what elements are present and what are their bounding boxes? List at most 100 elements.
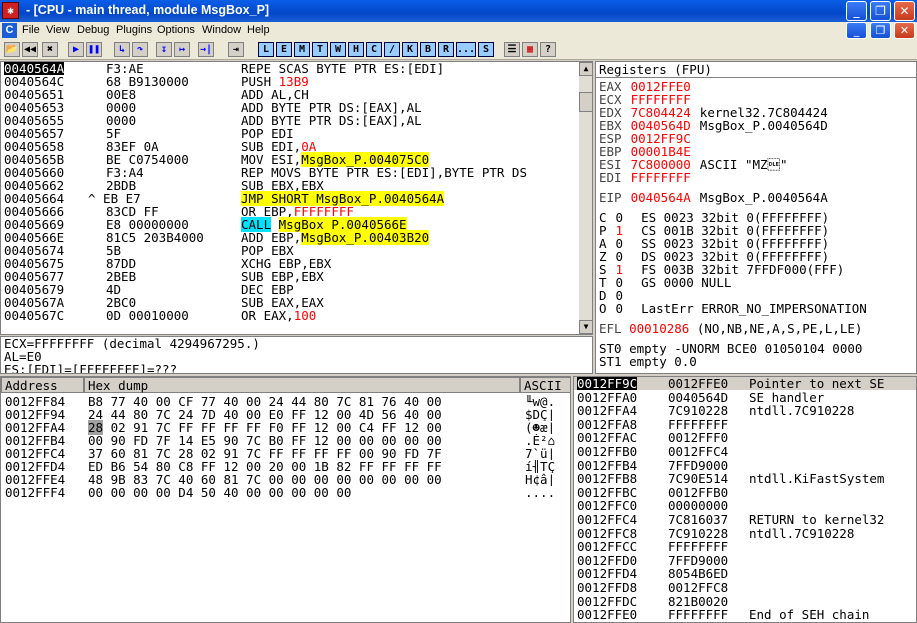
registers-header[interactable]: Registers (FPU)	[596, 62, 916, 78]
dump-header-ascii[interactable]: ASCII	[520, 377, 570, 393]
scroll-up-icon[interactable]: ▲	[579, 62, 592, 76]
stack-row[interactable]: 0012FFD8 0012FFC8	[574, 580, 916, 595]
call-stack-button[interactable]: K	[402, 42, 418, 57]
windows-button[interactable]: W	[330, 42, 346, 57]
register-note: ASCII "MZ"	[699, 157, 788, 172]
stack-comment: ntdll.KiFastSystem	[749, 471, 885, 487]
stack-row[interactable]: 0012FFB0 0012FFC4	[574, 444, 916, 459]
minimize-button[interactable]: _	[846, 1, 867, 21]
register-name: EIP	[599, 190, 622, 205]
references-button[interactable]: R	[438, 42, 454, 57]
scroll-thumb[interactable]	[579, 92, 592, 112]
child-restore-button[interactable]: ❐	[870, 22, 891, 39]
run-trace-button[interactable]: ...	[456, 42, 476, 57]
stack-row[interactable]: 0012FFA0 0040564D SE handler	[574, 391, 916, 404]
stack-value: 0012FFC4	[668, 444, 729, 459]
menu-view[interactable]: View	[46, 24, 70, 36]
dump-header-address[interactable]: Address	[1, 377, 84, 393]
stack-row[interactable]: 0012FFBC 0012FFB0	[574, 484, 916, 500]
child-close-button[interactable]: ✕	[894, 22, 915, 39]
child-minimize-button[interactable]: _	[846, 22, 867, 39]
patches-button[interactable]: /	[384, 42, 400, 57]
step-into-icon[interactable]: ↳	[114, 42, 130, 57]
dump-ascii: H¢â|	[525, 473, 556, 486]
menu-file[interactable]: File	[22, 24, 40, 36]
menu-debug[interactable]: Debug	[77, 24, 109, 36]
stack-row[interactable]: 0012FFC8 7C910228 ntdll.7C910228	[574, 525, 916, 541]
stack-row[interactable]: 0012FFA4 7C910228 ntdll.7C910228	[574, 403, 916, 419]
list-icon[interactable]: ☰	[504, 42, 520, 57]
memory-map-button[interactable]: M	[294, 42, 310, 57]
close-program-icon[interactable]: ✖	[42, 42, 58, 57]
stack-row[interactable]: 0012FFE0 FFFFFFFF End of SEH chain	[574, 608, 916, 621]
dump-address: 0012FFF4	[5, 485, 66, 500]
disasm-row[interactable]: 0040567C 0D 00010000 OR EAX,100	[1, 309, 579, 322]
trace-into-icon[interactable]: ↧	[156, 42, 172, 57]
stack-value: 0012FFC8	[668, 580, 729, 595]
handles-button[interactable]: H	[348, 42, 364, 57]
flag-name: O	[599, 301, 607, 316]
dump-pane[interactable]: Address Hex dump ASCII 0012FF84 B8 77 40 …	[0, 376, 571, 623]
log-window-button[interactable]: L	[258, 42, 274, 57]
register-row[interactable]: ESI 7C800000 ASCII "MZ"	[599, 158, 788, 171]
menu-help[interactable]: Help	[247, 24, 270, 36]
stack-row[interactable]: 0012FFD4 8054B6ED	[574, 566, 916, 582]
menu-plugins[interactable]: Plugins	[116, 24, 152, 36]
stack-pane[interactable]: 0012FF9C 0012FFE0 Pointer to next SE 0012FF…	[573, 376, 917, 623]
stack-row[interactable]: 0012FFD0 7FFD9000	[574, 552, 916, 568]
step-over-icon[interactable]: ↷	[132, 42, 148, 57]
register-row[interactable]: EDI FFFFFFFF	[599, 171, 700, 184]
stack-value: 7FFD9000	[668, 552, 729, 568]
window-title: - [CPU - main thread, module MsgBox_P]	[26, 3, 270, 17]
stack-address: 0012FFB4	[577, 457, 638, 473]
close-button[interactable]: ✕	[894, 1, 915, 21]
goto-icon[interactable]: ⇥	[228, 42, 244, 57]
disassembly-pane[interactable]: 0040564A F3:AE REPE SCAS BYTE PTR ES:[EDI]…	[0, 61, 593, 335]
register-value: 0040564A	[630, 190, 691, 205]
stack-address: 0012FFC0	[577, 498, 638, 514]
restart-icon[interactable]: ◀◀	[22, 42, 38, 57]
cpu-window-icon[interactable]: C	[2, 23, 17, 38]
scroll-down-icon[interactable]: ▼	[579, 320, 592, 334]
stack-address: 0012FFDC	[577, 593, 638, 609]
stack-row[interactable]: 0012FFB4 7FFD9000	[574, 457, 916, 473]
register-row[interactable]: EIP 0040564A MsgBox_P.0040564A	[599, 191, 828, 204]
bug-icon[interactable]: ✱	[2, 2, 19, 19]
pause-icon[interactable]: ❚❚	[86, 42, 102, 57]
run-icon[interactable]: ▶	[68, 42, 84, 57]
dump-ascii: 7`ü|	[525, 447, 556, 460]
registers-pane[interactable]: Registers (FPU) EAX 0012FFE0 ECX FFFFFFFF ED…	[595, 61, 917, 374]
source-button[interactable]: S	[478, 42, 494, 57]
dump-hex[interactable]: 00 00 00 00 D4 50 40 00 00 00 00 00	[88, 486, 351, 499]
open-icon[interactable]: 📂	[4, 42, 20, 57]
stack-row[interactable]: 0012FFA8 FFFFFFFF	[574, 418, 916, 431]
stack-row[interactable]: 0012FFAC 0012FFF0	[574, 431, 916, 444]
stack-row[interactable]: 0012FFCC FFFFFFFF	[574, 540, 916, 553]
restore-button[interactable]: ❐	[870, 1, 891, 21]
help-icon[interactable]: ?	[540, 42, 556, 57]
efl-row[interactable]: EFL 00010286 (NO,NB,NE,A,S,PE,L,LE)	[599, 322, 862, 335]
execute-till-return-icon[interactable]: →|	[198, 42, 214, 57]
stack-row[interactable]: 0012FF9C 0012FFE0 Pointer to next SE	[574, 377, 916, 390]
stack-row[interactable]: 0012FFDC 821B0020	[574, 593, 916, 609]
executables-button[interactable]: E	[276, 42, 292, 57]
stack-row[interactable]: 0012FFC0 00000000	[574, 498, 916, 514]
menu-options[interactable]: Options	[157, 24, 195, 36]
flag-row[interactable]: O 0 LastErr ERROR_NO_IMPERSONATION	[599, 302, 867, 315]
breakpoints-button[interactable]: B	[420, 42, 436, 57]
dump-ascii: .É²⌂	[525, 434, 556, 447]
dump-header-hex[interactable]: Hex dump	[84, 377, 520, 393]
appearance-icon[interactable]: ▦	[522, 42, 538, 57]
stack-address: 0012FFD4	[577, 566, 638, 582]
cpu-button[interactable]: C	[366, 42, 382, 57]
disasm-scrollbar[interactable]: ▲ ▼	[579, 62, 592, 334]
stack-value: 7C910228	[668, 525, 729, 541]
stack-address: 0012FFA4	[577, 403, 638, 419]
stack-row[interactable]: 0012FFB8 7C90E514 ntdll.KiFastSystem	[574, 471, 916, 487]
stack-row[interactable]: 0012FFC4 7C816037 RETURN to kernel32	[574, 513, 916, 526]
stack-value: 0012FFB0	[668, 484, 729, 500]
trace-over-icon[interactable]: ↦	[174, 42, 190, 57]
menu-window[interactable]: Window	[202, 24, 241, 36]
threads-button[interactable]: T	[312, 42, 328, 57]
stack-address: 0012FFB0	[577, 444, 638, 459]
